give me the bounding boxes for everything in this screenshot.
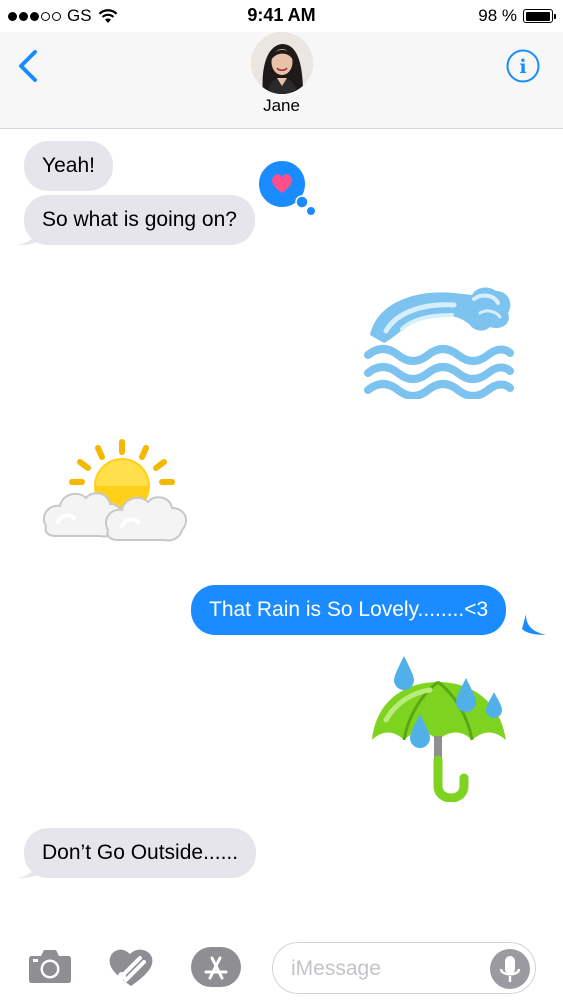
message-text: Yeah! [42,154,95,177]
contact-name[interactable]: Jane [0,96,563,116]
imessage-placeholder: iMessage [291,957,381,980]
avatar[interactable] [251,32,313,94]
info-icon[interactable]: i [506,49,540,83]
imessage-input[interactable]: iMessage [272,942,536,994]
umbrella-rain-sticker[interactable] [366,650,512,802]
chevron-left-icon[interactable] [14,48,44,84]
camera-icon[interactable] [28,948,72,984]
message-bubble-incoming[interactable]: Yeah! [24,141,113,191]
microphone-icon[interactable] [490,949,530,989]
status-bar: GS 9:41 AM 98 % [0,0,563,32]
message-text: So what is going on? [42,208,237,231]
svg-text:i: i [519,56,526,78]
message-text: That Rain is So Lovely........<3 [209,598,489,621]
app-store-icon[interactable] [190,946,242,988]
water-wave-sticker[interactable] [362,283,514,399]
message-bubble-incoming[interactable]: Don’t Go Outside...... [24,828,257,878]
bubble-tail [522,614,546,635]
message-bubble-incoming[interactable]: So what is going on? [24,195,255,245]
heart-tapback-icon[interactable] [256,158,318,218]
message-input-bar: iMessage [0,938,563,1000]
message-bubble-outgoing[interactable]: That Rain is So Lovely........<3 [191,585,507,635]
sun-behind-cloud-sticker[interactable] [38,438,194,546]
message-text: Don’t Go Outside...... [42,841,239,864]
status-right: 98 % [478,6,556,26]
digital-touch-icon[interactable] [108,946,154,988]
bubble-tail [18,857,42,878]
bubble-tail [18,224,42,245]
battery-percent: 98 % [478,6,517,25]
battery-icon [523,9,556,23]
conversation-header: Jane i [0,32,563,129]
